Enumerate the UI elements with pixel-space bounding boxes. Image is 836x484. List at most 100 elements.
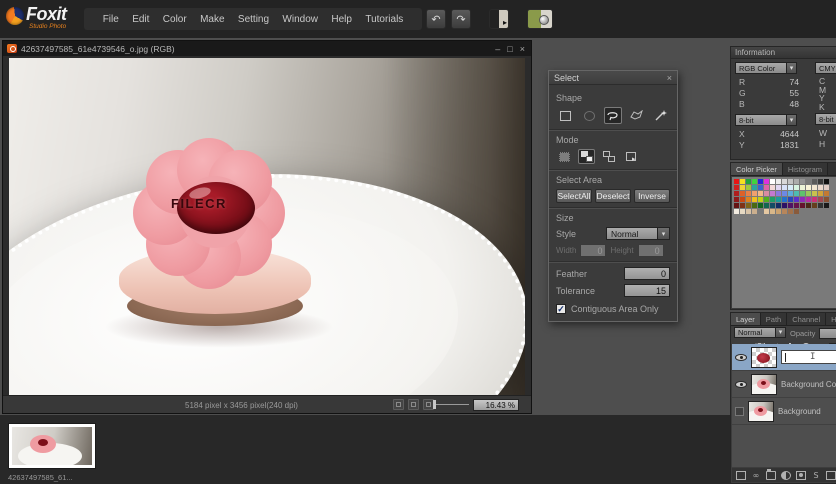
color-swatch[interactable] bbox=[800, 179, 805, 184]
close-button[interactable]: × bbox=[520, 44, 525, 54]
snapshot-icon[interactable] bbox=[527, 9, 553, 29]
color-swatch[interactable] bbox=[746, 185, 751, 190]
color-swatch[interactable] bbox=[818, 179, 823, 184]
color-swatch[interactable] bbox=[752, 191, 757, 196]
layer-row-background[interactable]: Background bbox=[732, 398, 836, 425]
color-swatch[interactable] bbox=[800, 191, 805, 196]
new-selection-icon[interactable] bbox=[556, 149, 573, 164]
color-swatch[interactable] bbox=[764, 203, 769, 208]
style-dropdown[interactable]: Normal ▾ bbox=[606, 227, 670, 240]
color-swatch[interactable] bbox=[734, 203, 739, 208]
color-swatch[interactable] bbox=[806, 191, 811, 196]
zoom-slider[interactable] bbox=[435, 404, 469, 405]
color-swatch[interactable] bbox=[764, 209, 769, 214]
color-swatch[interactable] bbox=[764, 179, 769, 184]
photo-canvas[interactable]: FILECR bbox=[9, 58, 525, 395]
color-swatch[interactable] bbox=[746, 191, 751, 196]
color-swatch[interactable] bbox=[782, 197, 787, 202]
tab-path[interactable]: Path bbox=[761, 313, 787, 325]
lasso-select-icon[interactable] bbox=[604, 107, 623, 124]
color-swatch[interactable] bbox=[734, 197, 739, 202]
color-swatch[interactable] bbox=[818, 191, 823, 196]
color-swatch[interactable] bbox=[740, 191, 745, 196]
layer-props-icon[interactable] bbox=[736, 471, 746, 480]
color-swatch[interactable] bbox=[764, 191, 769, 196]
color-swatch[interactable] bbox=[734, 191, 739, 196]
deselect-button[interactable]: Deselect bbox=[595, 189, 631, 203]
inverse-button[interactable]: Inverse bbox=[634, 189, 670, 203]
zoom-level[interactable]: 16.43 % bbox=[473, 399, 519, 411]
color-swatch[interactable] bbox=[776, 185, 781, 190]
color-swatch[interactable] bbox=[776, 191, 781, 196]
visibility-eye-icon[interactable] bbox=[735, 354, 747, 361]
information-panel-header[interactable]: Information bbox=[731, 47, 836, 59]
tab-layer[interactable]: Layer bbox=[731, 313, 761, 325]
zoom-slider-handle[interactable] bbox=[433, 400, 436, 409]
new-folder-icon[interactable] bbox=[766, 471, 776, 480]
color-swatch[interactable] bbox=[776, 203, 781, 208]
visibility-checkbox[interactable] bbox=[735, 407, 744, 416]
actual-pixels-icon[interactable] bbox=[408, 399, 419, 410]
color-swatch[interactable] bbox=[734, 179, 739, 184]
color-swatch[interactable] bbox=[758, 197, 763, 202]
tab-channel[interactable]: Channel bbox=[787, 313, 826, 325]
color-swatch[interactable] bbox=[740, 197, 745, 202]
color-swatch[interactable] bbox=[812, 185, 817, 190]
color-swatch[interactable] bbox=[782, 203, 787, 208]
color-swatch[interactable] bbox=[734, 185, 739, 190]
menu-window[interactable]: Window bbox=[278, 12, 322, 27]
color-swatch[interactable] bbox=[776, 197, 781, 202]
color-swatch[interactable] bbox=[776, 179, 781, 184]
color-swatch[interactable] bbox=[770, 191, 775, 196]
feather-field[interactable]: 0 bbox=[624, 267, 670, 280]
color-swatch[interactable] bbox=[818, 197, 823, 202]
color-swatch[interactable] bbox=[788, 179, 793, 184]
layer-row-new[interactable]: I bbox=[732, 344, 836, 371]
color-swatch[interactable] bbox=[782, 179, 787, 184]
color-swatch[interactable] bbox=[746, 203, 751, 208]
color-swatch[interactable] bbox=[740, 179, 745, 184]
color-swatch[interactable] bbox=[758, 185, 763, 190]
color-swatch[interactable] bbox=[758, 179, 763, 184]
color-swatch[interactable] bbox=[764, 185, 769, 190]
color-swatch[interactable] bbox=[806, 185, 811, 190]
layer-thumbnail[interactable] bbox=[751, 374, 777, 395]
adjustment-icon[interactable]: ▸ bbox=[489, 9, 509, 29]
mask-icon[interactable] bbox=[796, 471, 806, 480]
link-icon[interactable]: ∞ bbox=[751, 471, 761, 480]
intersect-selection-icon[interactable] bbox=[622, 149, 639, 164]
color-swatch[interactable] bbox=[818, 203, 823, 208]
color-swatch[interactable] bbox=[752, 209, 757, 214]
menu-color[interactable]: Color bbox=[159, 12, 191, 27]
select-panel-header[interactable]: Select × bbox=[549, 71, 677, 85]
color-swatch[interactable] bbox=[788, 185, 793, 190]
tolerance-field[interactable]: 15 bbox=[624, 284, 670, 297]
color-swatch[interactable] bbox=[818, 185, 823, 190]
tab-color-picker[interactable]: Color Picker bbox=[731, 163, 783, 175]
menu-tutorials[interactable]: Tutorials bbox=[361, 12, 407, 27]
color-swatch[interactable] bbox=[746, 179, 751, 184]
right-color-mode-dropdown[interactable]: CMYK Col bbox=[815, 62, 836, 74]
color-swatch[interactable] bbox=[758, 191, 763, 196]
left-color-mode-dropdown[interactable]: RGB Color▾ bbox=[735, 62, 797, 74]
tab-history[interactable]: History bbox=[826, 313, 836, 325]
color-swatch[interactable] bbox=[806, 179, 811, 184]
color-swatch[interactable] bbox=[782, 209, 787, 214]
redo-icon[interactable]: ↷ bbox=[451, 9, 471, 29]
color-swatch[interactable] bbox=[794, 197, 799, 202]
color-swatch[interactable] bbox=[770, 179, 775, 184]
color-swatch[interactable] bbox=[812, 197, 817, 202]
select-all-button[interactable]: SelectAll bbox=[556, 189, 592, 203]
color-swatch[interactable] bbox=[806, 197, 811, 202]
color-swatch[interactable] bbox=[740, 203, 745, 208]
opacity-field[interactable] bbox=[819, 328, 836, 339]
color-swatch[interactable] bbox=[800, 197, 805, 202]
color-swatch[interactable] bbox=[788, 197, 793, 202]
document-titlebar[interactable]: 42637497585_61e4739546_o.jpg (RGB) – □ × bbox=[3, 41, 531, 56]
color-swatch[interactable] bbox=[770, 203, 775, 208]
menu-make[interactable]: Make bbox=[196, 12, 228, 27]
layer-thumbnail[interactable] bbox=[751, 347, 777, 368]
subtract-from-selection-icon[interactable] bbox=[600, 149, 617, 164]
color-swatch[interactable] bbox=[788, 191, 793, 196]
color-swatch[interactable] bbox=[824, 185, 829, 190]
